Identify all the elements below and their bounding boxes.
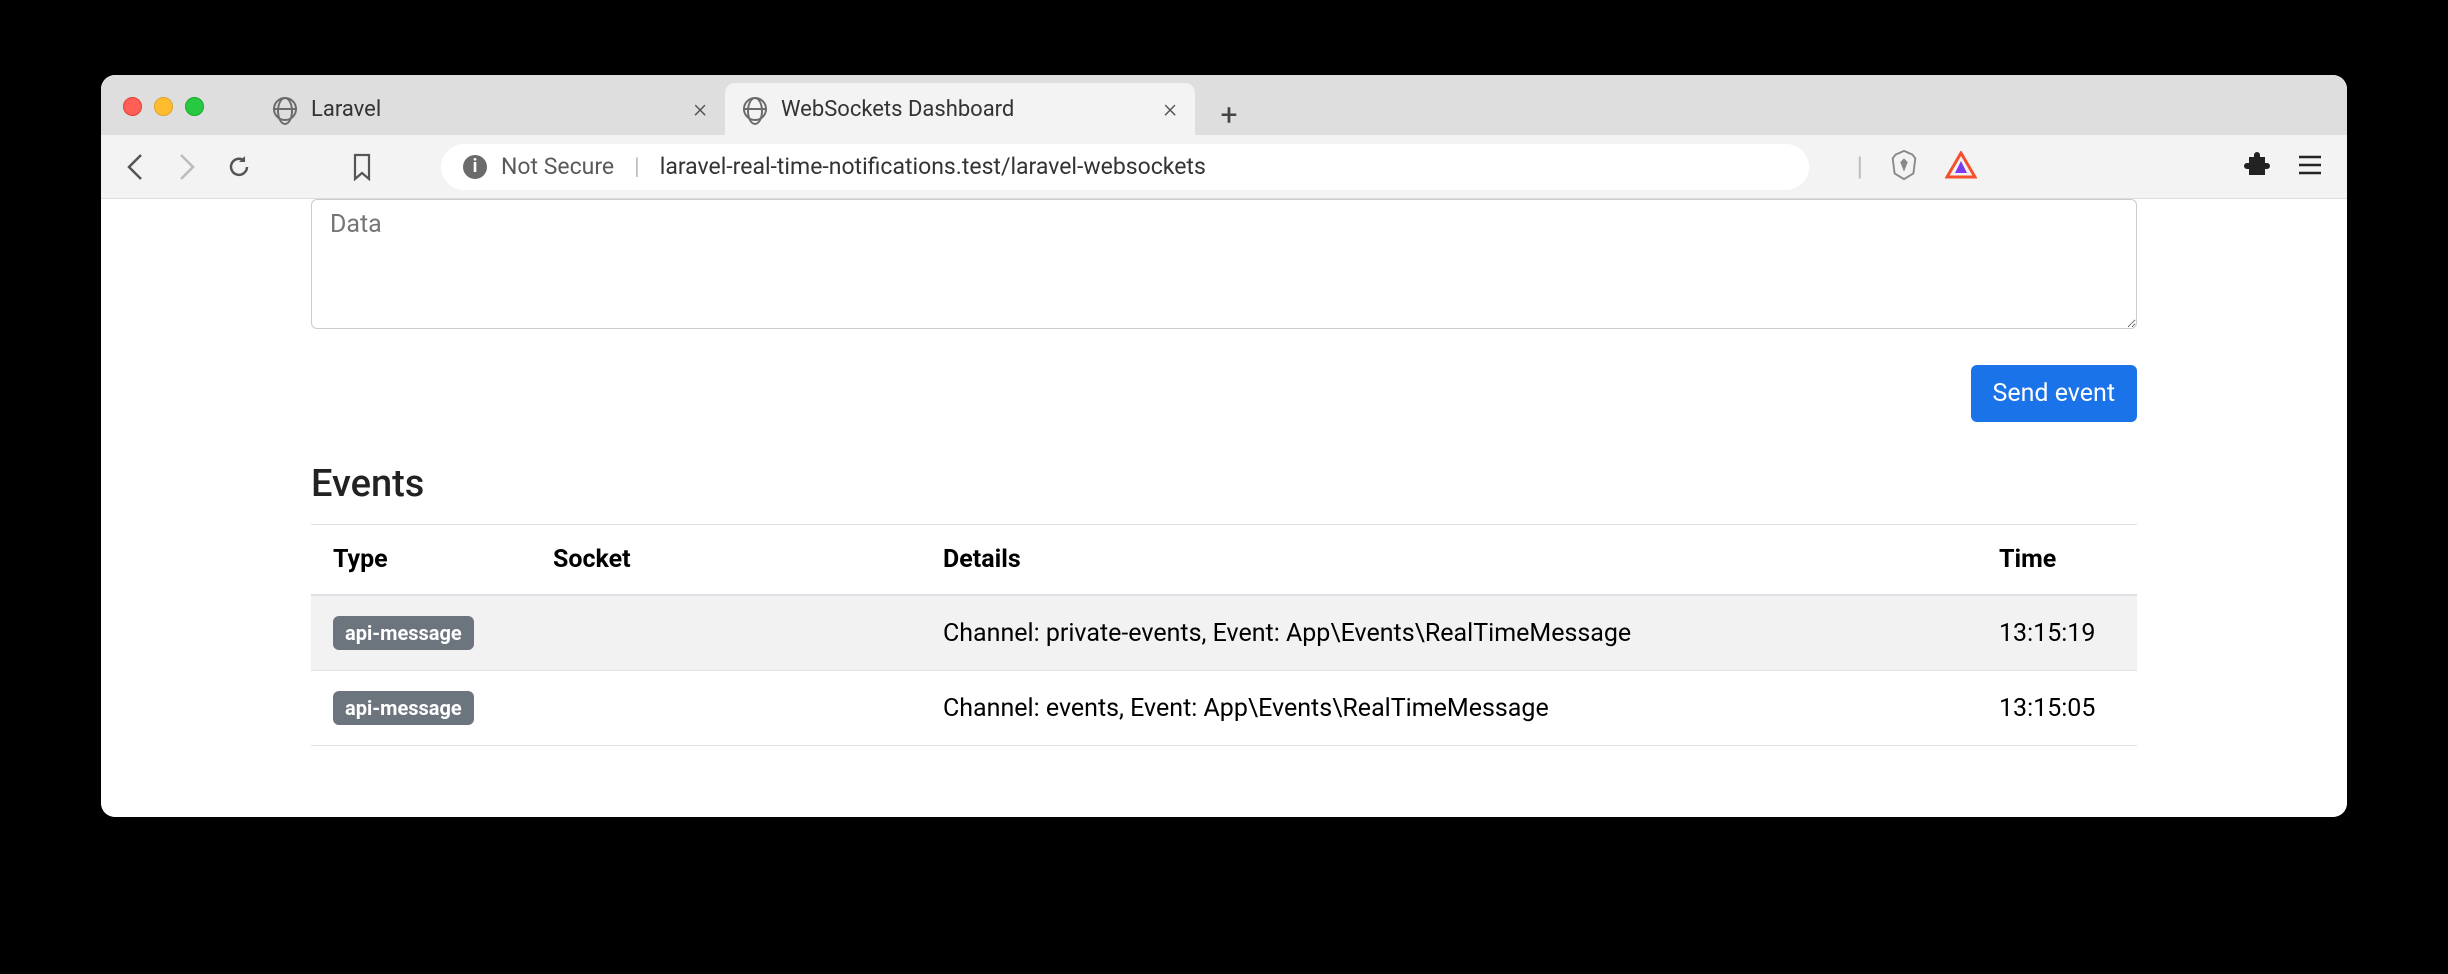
cell-time: 13:15:05 (1977, 671, 2137, 746)
reload-button[interactable] (225, 153, 253, 181)
column-type: Type (311, 525, 531, 596)
cell-details: Channel: private-events, Event: App\Even… (921, 595, 1977, 671)
cell-type: api-message (311, 595, 531, 671)
column-details: Details (921, 525, 1977, 596)
tab-title: WebSockets Dashboard (781, 97, 1014, 122)
separator: | (1857, 152, 1863, 182)
back-button[interactable] (125, 153, 147, 181)
cell-time: 13:15:19 (1977, 595, 2137, 671)
close-window-button[interactable] (123, 97, 142, 116)
type-badge: api-message (333, 616, 474, 650)
type-badge: api-message (333, 691, 474, 725)
forward-button[interactable] (175, 153, 197, 181)
send-event-button[interactable]: Send event (1971, 365, 2138, 422)
close-icon[interactable]: × (1163, 94, 1177, 124)
browser-window: Laravel × WebSockets Dashboard × + i Not… (101, 75, 2347, 817)
toolbar-right: | (1857, 149, 2323, 185)
tabs-container: Laravel × WebSockets Dashboard × + (255, 75, 1249, 135)
security-label: Not Secure (501, 153, 614, 180)
toolbar: i Not Secure | laravel-real-time-notific… (101, 135, 2347, 199)
globe-icon (273, 97, 297, 121)
window-controls (123, 97, 204, 116)
new-tab-button[interactable]: + (1209, 95, 1249, 135)
tab-websockets-dashboard[interactable]: WebSockets Dashboard × (725, 83, 1195, 135)
column-time: Time (1977, 525, 2137, 596)
table-row: api-message Channel: private-events, Eve… (311, 595, 2137, 671)
close-icon[interactable]: × (693, 94, 707, 124)
minimize-window-button[interactable] (154, 97, 173, 116)
cell-type: api-message (311, 671, 531, 746)
bat-icon[interactable] (1945, 151, 1977, 183)
extensions-icon[interactable] (2243, 151, 2271, 183)
page-content: Send event Events Type Socket Details Ti… (101, 199, 2347, 817)
brave-shield-icon[interactable] (1889, 149, 1919, 185)
separator: | (628, 153, 646, 180)
globe-icon (743, 97, 767, 121)
tab-laravel[interactable]: Laravel × (255, 83, 725, 135)
table-row: api-message Channel: events, Event: App\… (311, 671, 2137, 746)
table-header-row: Type Socket Details Time (311, 525, 2137, 596)
bookmark-icon[interactable] (351, 153, 373, 181)
maximize-window-button[interactable] (185, 97, 204, 116)
column-socket: Socket (531, 525, 921, 596)
menu-icon[interactable] (2297, 153, 2323, 181)
url-text: laravel-real-time-notifications.test/lar… (660, 153, 1206, 180)
send-row: Send event (311, 365, 2137, 422)
tab-bar: Laravel × WebSockets Dashboard × + (101, 75, 2347, 135)
events-heading: Events (311, 462, 2137, 506)
not-secure-icon: i (463, 155, 487, 179)
cell-details: Channel: events, Event: App\Events\RealT… (921, 671, 1977, 746)
cell-socket (531, 595, 921, 671)
address-bar[interactable]: i Not Secure | laravel-real-time-notific… (441, 144, 1809, 190)
tab-title: Laravel (311, 97, 381, 122)
cell-socket (531, 671, 921, 746)
events-table: Type Socket Details Time api-message Cha… (311, 524, 2137, 746)
data-textarea[interactable] (311, 199, 2137, 329)
